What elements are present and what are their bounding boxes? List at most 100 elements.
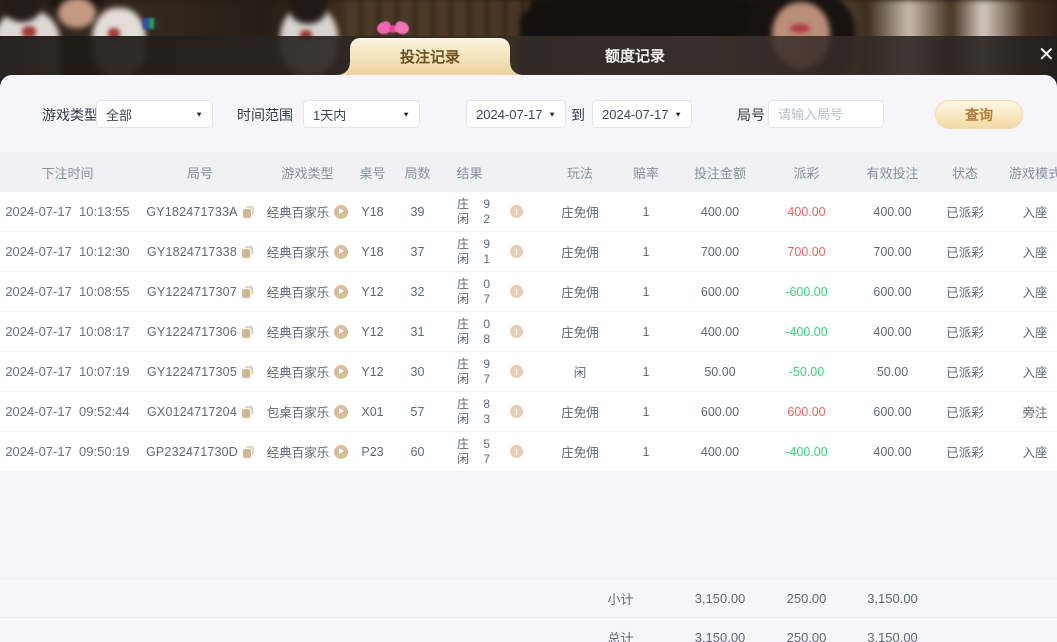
round-id-wrap: GY1224717305	[136, 365, 264, 379]
play-icon[interactable]	[334, 245, 348, 259]
close-icon[interactable]: ✕	[1038, 36, 1055, 75]
chevron-down-icon: ▼	[674, 110, 682, 118]
game-type-cell: 经典百家乐	[265, 352, 350, 392]
copy-icon[interactable]	[242, 246, 253, 258]
copy-icon[interactable]	[242, 286, 253, 298]
play-icon[interactable]	[334, 445, 348, 459]
round-no-cell: 37	[395, 232, 440, 272]
header-game-type: 游戏类型	[265, 152, 350, 192]
header-odds: 赔率	[620, 152, 672, 192]
bet-amount-cell: 600.00	[672, 392, 768, 432]
player-points: 7	[483, 292, 490, 306]
footer-empty	[0, 618, 540, 642]
player-label: 闲	[457, 332, 469, 346]
copy-icon[interactable]	[243, 446, 254, 458]
banker-label: 庄	[457, 357, 469, 371]
result-player: 闲2	[457, 212, 490, 226]
result-wrap: 庄0闲8i	[441, 317, 539, 346]
info-icon[interactable]: i	[510, 365, 523, 378]
copy-icon[interactable]	[242, 406, 253, 418]
player-label: 闲	[457, 452, 469, 466]
status-cell: 已派彩	[940, 312, 990, 352]
info-icon[interactable]: i	[510, 285, 523, 298]
time-range-label: 时间范围	[237, 100, 293, 130]
date-to-value: 2024-07-17	[602, 107, 669, 122]
play-icon[interactable]	[334, 405, 348, 419]
info-icon[interactable]: i	[510, 245, 523, 258]
footer-empty	[940, 579, 1057, 618]
records-table-wrap: 下注时间 局号 游戏类型 桌号 局数 结果 玩法 赔率 投注金额 派彩 有效投注…	[0, 152, 1057, 642]
odds-cell: 1	[620, 392, 672, 432]
round-id-cell: GY1224717307	[135, 272, 265, 312]
play-icon[interactable]	[334, 285, 348, 299]
date-from-picker[interactable]: 2024-07-17 ▼	[466, 100, 566, 128]
round-id-input[interactable]	[768, 100, 884, 128]
play-icon[interactable]	[334, 365, 348, 379]
chevron-down-icon: ▼	[195, 110, 203, 118]
table-no-cell: X01	[350, 392, 395, 432]
player-points: 1	[483, 252, 490, 266]
tab-quota-records[interactable]: 额度记录	[565, 38, 705, 75]
header-table-no: 桌号	[350, 152, 395, 192]
time-range-select[interactable]: 1天内 ▼	[303, 100, 420, 128]
result-banker: 庄0	[457, 317, 490, 331]
round-id: GP232471730D	[146, 445, 238, 459]
result-wrap: 庄9闲7i	[441, 357, 539, 386]
copy-icon[interactable]	[243, 206, 254, 218]
game-type-select[interactable]: 全部 ▼	[96, 100, 213, 128]
header-valid-bet: 有效投注	[845, 152, 940, 192]
copy-icon[interactable]	[242, 366, 253, 378]
table-row: 2024-07-17 10:13:55GY182471733A经典百家乐Y183…	[0, 192, 1057, 232]
play-type-cell: 庄免佣	[540, 432, 620, 472]
round-id-cell: GY1224717306	[135, 312, 265, 352]
bet-amount-cell: 400.00	[672, 432, 768, 472]
video-decor	[143, 18, 159, 29]
info-icon[interactable]: i	[510, 405, 523, 418]
round-id-wrap: GY1224717307	[136, 285, 264, 299]
game-type-wrap: 经典百家乐	[266, 242, 349, 261]
footer-payout-total: 250.00	[768, 618, 845, 642]
info-icon[interactable]: i	[510, 325, 523, 338]
result-banker: 庄9	[457, 237, 490, 251]
status-cell: 已派彩	[940, 352, 990, 392]
info-icon[interactable]: i	[510, 205, 523, 218]
header-bet-time: 下注时间	[0, 152, 135, 192]
play-icon[interactable]	[334, 325, 348, 339]
result-player: 闲7	[457, 452, 490, 466]
bet-time-cell: 2024-07-17 10:13:55	[0, 192, 135, 232]
result-cell: 庄5闲7i	[440, 432, 540, 472]
play-icon[interactable]	[334, 205, 348, 219]
odds-cell: 1	[620, 272, 672, 312]
odds-cell: 1	[620, 312, 672, 352]
betting-records-modal: 投注记录 额度记录 ✕ 游戏类型 全部 ▼ 时间范围 1天内 ▼ 2024-07…	[0, 0, 1057, 642]
player-points: 3	[483, 412, 490, 426]
player-points: 7	[483, 372, 490, 386]
play-type-cell: 庄免佣	[540, 312, 620, 352]
round-id: GX0124717204	[147, 405, 237, 419]
player-points: 7	[483, 452, 490, 466]
player-label: 闲	[457, 292, 469, 306]
result-player: 闲1	[457, 252, 490, 266]
game-type-wrap: 经典百家乐	[266, 442, 349, 461]
table-no-cell: Y12	[350, 352, 395, 392]
video-decor	[790, 24, 810, 33]
game-type-value: 经典百家乐	[267, 282, 330, 301]
table-no-cell: Y18	[350, 232, 395, 272]
subtotal-label: 小计	[540, 579, 672, 618]
result-lines: 庄9闲2	[457, 197, 490, 226]
round-id-wrap: GY1824717338	[136, 245, 264, 259]
round-no-cell: 57	[395, 392, 440, 432]
info-icon[interactable]: i	[510, 445, 523, 458]
round-id: GY1824717338	[147, 245, 237, 259]
search-button[interactable]: 查询	[935, 100, 1023, 129]
date-to-picker[interactable]: 2024-07-17 ▼	[592, 100, 692, 128]
table-row: 2024-07-17 09:52:44GX0124717204包桌百家乐X015…	[0, 392, 1057, 432]
payout-cell: -50.00	[768, 352, 845, 392]
tab-betting-records[interactable]: 投注记录	[350, 38, 510, 75]
footer-bet-total: 3,150.00	[672, 618, 768, 642]
bet-amount-cell: 400.00	[672, 312, 768, 352]
payout-cell: -600.00	[768, 272, 845, 312]
footer-valid-total: 3,150.00	[845, 579, 940, 618]
copy-icon[interactable]	[242, 326, 253, 338]
round-id: GY1224717306	[147, 325, 237, 339]
